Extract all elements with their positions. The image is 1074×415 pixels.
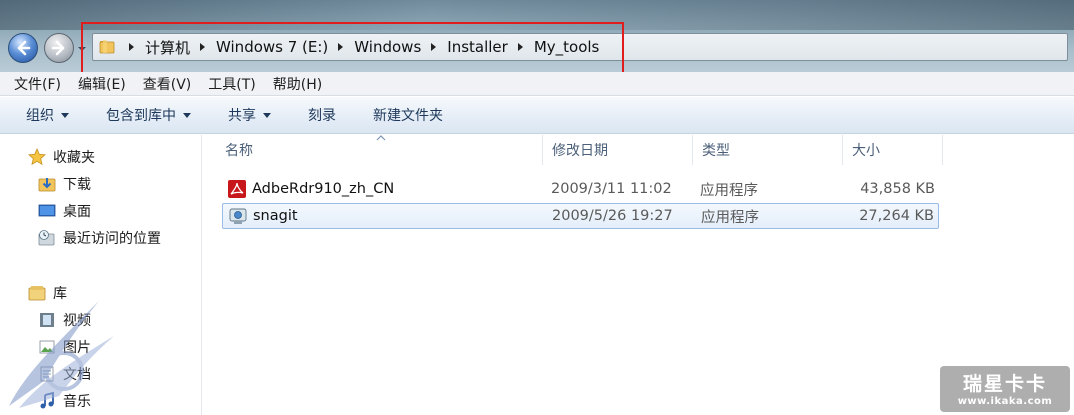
- share-button[interactable]: 共享: [228, 105, 271, 125]
- column-size[interactable]: 大小: [843, 135, 943, 165]
- star-icon: [28, 148, 46, 166]
- recent-places-icon: [38, 230, 55, 246]
- arrow-left-icon: [17, 40, 31, 56]
- downloads-folder-icon: [38, 178, 56, 192]
- nav-desktop[interactable]: 桌面: [38, 201, 91, 221]
- column-header: 名称 修改日期 类型 大小: [216, 135, 1074, 165]
- file-type: 应用程序: [700, 182, 758, 199]
- nav-recent-label: 最近访问的位置: [63, 231, 161, 247]
- caret-down-icon: [183, 112, 191, 118]
- column-size-label: 大小: [852, 143, 880, 159]
- file-row-selected[interactable]: snagit 2009/5/26 19:27 应用程序 27,264 KB: [222, 203, 939, 229]
- file-date: 2009/3/11 11:02: [551, 181, 672, 197]
- nav-recent-places[interactable]: 最近访问的位置: [38, 228, 161, 248]
- forward-button[interactable]: [44, 33, 74, 63]
- menu-bar: 文件(F) 编辑(E) 查看(V) 工具(T) 帮助(H): [0, 72, 1074, 96]
- nav-downloads-label: 下载: [63, 177, 91, 193]
- file-size: 43,858 KB: [860, 181, 935, 197]
- file-type: 应用程序: [701, 209, 759, 226]
- burn-button[interactable]: 刻录: [308, 105, 336, 125]
- column-date-modified[interactable]: 修改日期: [543, 135, 693, 165]
- share-label: 共享: [228, 108, 256, 124]
- menu-help[interactable]: 帮助(H): [273, 74, 322, 94]
- watermark-wings-logo: [9, 301, 114, 408]
- watermark-brand-name: 瑞星卡卡: [962, 373, 1047, 395]
- nav-desktop-label: 桌面: [63, 204, 91, 220]
- organize-label: 组织: [26, 108, 54, 124]
- column-type-label: 类型: [702, 143, 730, 159]
- burn-label: 刻录: [308, 108, 336, 124]
- adobe-reader-icon: [228, 180, 246, 198]
- column-name-label: 名称: [225, 143, 253, 159]
- file-name: snagit: [253, 208, 298, 224]
- annotation-highlight-box: [81, 22, 624, 78]
- menu-view[interactable]: 查看(V): [143, 74, 192, 94]
- desktop-icon: [38, 204, 56, 217]
- column-type[interactable]: 类型: [693, 135, 843, 165]
- caret-down-icon: [263, 112, 271, 118]
- column-date-label: 修改日期: [552, 143, 608, 159]
- organize-button[interactable]: 组织: [26, 105, 69, 125]
- caret-down-icon: [61, 112, 69, 118]
- file-row[interactable]: AdbeRdr910_zh_CN 2009/3/11 11:02 应用程序 43…: [222, 176, 939, 202]
- column-name[interactable]: 名称: [216, 135, 543, 165]
- watermark-brand: 瑞星卡卡 www.ikaka.com: [940, 366, 1070, 412]
- menu-file[interactable]: 文件(F): [14, 74, 61, 94]
- menu-edit[interactable]: 编辑(E): [78, 74, 126, 94]
- snagit-icon: [229, 208, 247, 224]
- nav-downloads[interactable]: 下载: [38, 174, 91, 194]
- nav-favorites[interactable]: 收藏夹: [28, 147, 95, 167]
- file-date: 2009/5/26 19:27: [552, 208, 673, 224]
- command-bar: 组织 包含到库中 共享 刻录 新建文件夹: [0, 97, 1074, 134]
- file-name: AdbeRdr910_zh_CN: [252, 181, 395, 197]
- nav-favorites-label: 收藏夹: [53, 150, 95, 166]
- menu-tools[interactable]: 工具(T): [208, 74, 255, 94]
- include-library-label: 包含到库中: [106, 108, 176, 124]
- include-in-library-button[interactable]: 包含到库中: [106, 105, 191, 125]
- arrow-right-icon: [51, 40, 65, 56]
- window-title-bar: 计算机 Windows 7 (E:) Windows Installer My_…: [0, 0, 1074, 78]
- new-folder-label: 新建文件夹: [373, 108, 443, 124]
- file-size: 27,264 KB: [859, 208, 934, 224]
- new-folder-button[interactable]: 新建文件夹: [373, 105, 443, 125]
- watermark-url: www.ikaka.com: [957, 396, 1053, 407]
- back-button[interactable]: [8, 33, 38, 63]
